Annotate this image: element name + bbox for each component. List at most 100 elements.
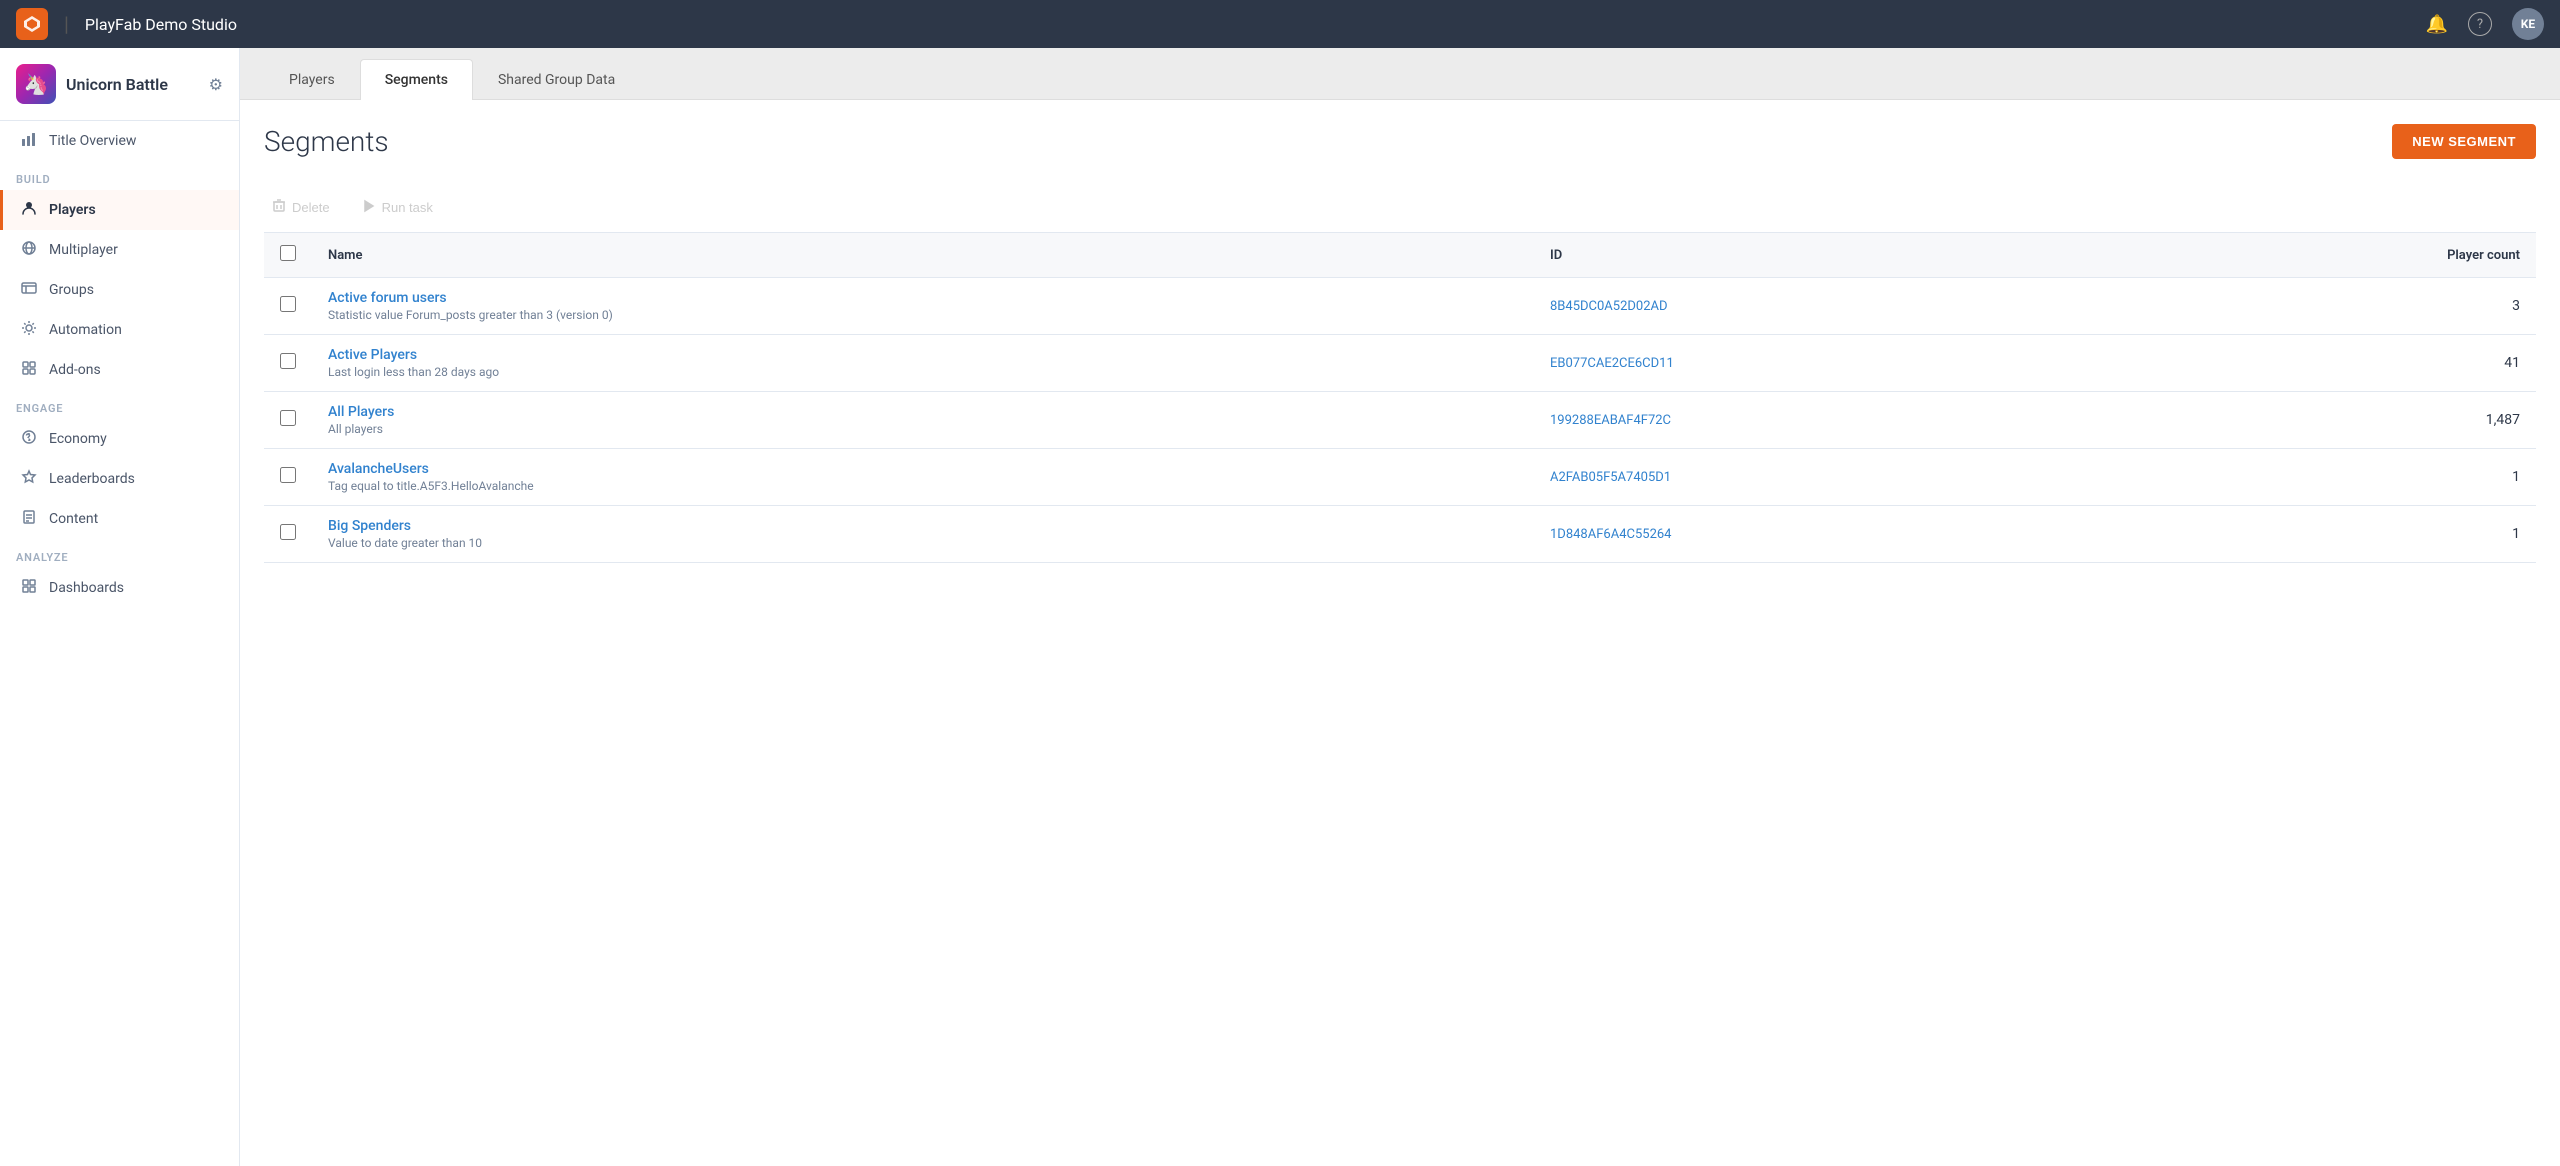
row-name-cell-0: Active forum users Statistic value Forum…	[312, 278, 1534, 335]
row-checkbox-4[interactable]	[280, 524, 296, 540]
sidebar-item-content[interactable]: Content	[0, 499, 239, 539]
row-name-cell-2: All Players All players	[312, 392, 1534, 449]
segments-table: Name ID Player count Active forum users …	[264, 233, 2536, 563]
row-name-cell-4: Big Spenders Value to date greater than …	[312, 506, 1534, 563]
row-id-cell-4: 1D848AF6A4C55264	[1534, 506, 2091, 563]
content-icon	[19, 509, 39, 529]
sidebar-label-leaderboards: Leaderboards	[49, 471, 135, 487]
select-all-checkbox[interactable]	[280, 245, 296, 261]
segment-description-2: All players	[328, 422, 1518, 436]
tab-segments[interactable]: Segments	[360, 59, 473, 100]
row-checkbox-0[interactable]	[280, 296, 296, 312]
row-checkbox-3[interactable]	[280, 467, 296, 483]
sidebar-label-automation: Automation	[49, 322, 122, 338]
sidebar-item-economy[interactable]: Economy	[0, 419, 239, 459]
row-checkbox-cell-3	[264, 449, 312, 506]
row-checkbox-1[interactable]	[280, 353, 296, 369]
sidebar-item-automation[interactable]: Automation	[0, 310, 239, 350]
table-row: Active forum users Statistic value Forum…	[264, 278, 2536, 335]
segment-name-link-2[interactable]: All Players	[328, 404, 394, 420]
header-checkbox-cell	[264, 233, 312, 278]
row-name-cell-3: AvalancheUsers Tag equal to title.A5F3.H…	[312, 449, 1534, 506]
sidebar-item-multiplayer[interactable]: Multiplayer	[0, 230, 239, 270]
new-segment-button[interactable]: NEW SEGMENT	[2392, 124, 2536, 159]
sidebar-item-title-overview[interactable]: Title Overview	[0, 121, 239, 161]
sidebar: 🦄 Unicorn Battle ⚙ Title Overview BUILD	[0, 48, 240, 1166]
sidebar-item-leaderboards[interactable]: Leaderboards	[0, 459, 239, 499]
sidebar-label-content: Content	[49, 511, 98, 527]
sidebar-label-economy: Economy	[49, 431, 107, 447]
tab-shared-group-data[interactable]: Shared Group Data	[473, 59, 640, 100]
top-navigation: | PlayFab Demo Studio 🔔 ? KE	[0, 0, 2560, 48]
add-ons-icon	[19, 360, 39, 380]
help-icon[interactable]: ?	[2468, 12, 2492, 36]
notification-icon[interactable]: 🔔	[2426, 14, 2448, 35]
header-name: Name	[312, 233, 1534, 278]
leaderboards-icon	[19, 469, 39, 489]
title-overview-icon	[19, 131, 39, 151]
segment-name-link-4[interactable]: Big Spenders	[328, 518, 411, 534]
run-task-button[interactable]: Run task	[354, 195, 441, 220]
sidebar-label-players: Players	[49, 202, 96, 218]
user-avatar[interactable]: KE	[2512, 8, 2544, 40]
sidebar-section-analyze: ANALYZE	[0, 539, 239, 568]
header-id: ID	[1534, 233, 2091, 278]
header-player-count: Player count	[2091, 233, 2536, 278]
segment-name-link-0[interactable]: Active forum users	[328, 290, 447, 306]
segment-description-4: Value to date greater than 10	[328, 536, 1518, 550]
row-count-cell-3: 1	[2091, 449, 2536, 506]
topnav-divider: |	[64, 12, 69, 36]
game-name: Unicorn Battle	[66, 75, 199, 94]
economy-icon	[19, 429, 39, 449]
row-checkbox-cell-1	[264, 335, 312, 392]
row-checkbox-cell-0	[264, 278, 312, 335]
page-header: Segments NEW SEGMENT	[264, 124, 2536, 159]
players-icon	[19, 200, 39, 220]
main-layout: 🦄 Unicorn Battle ⚙ Title Overview BUILD	[0, 48, 2560, 1166]
row-id-cell-3: A2FAB05F5A7405D1	[1534, 449, 2091, 506]
studio-name: PlayFab Demo Studio	[85, 15, 237, 34]
groups-icon	[19, 280, 39, 300]
segment-id-2: 199288EABAF4F72C	[1550, 413, 1671, 428]
table-row: AvalancheUsers Tag equal to title.A5F3.H…	[264, 449, 2536, 506]
content-area: Players Segments Shared Group Data Segme…	[240, 48, 2560, 1166]
settings-icon[interactable]: ⚙	[209, 75, 223, 94]
sidebar-section-build: BUILD	[0, 161, 239, 190]
table-row: Active Players Last login less than 28 d…	[264, 335, 2536, 392]
row-count-cell-1: 41	[2091, 335, 2536, 392]
segment-name-link-1[interactable]: Active Players	[328, 347, 417, 363]
sidebar-item-dashboards[interactable]: Dashboards	[0, 568, 239, 608]
sidebar-label-groups: Groups	[49, 282, 94, 298]
delete-icon	[272, 199, 286, 216]
segment-name-link-3[interactable]: AvalancheUsers	[328, 461, 429, 477]
segment-id-0: 8B45DC0A52D02AD	[1550, 299, 1668, 314]
page-content: Segments NEW SEGMENT Delete	[240, 100, 2560, 1166]
run-task-label: Run task	[382, 200, 433, 215]
row-count-cell-0: 3	[2091, 278, 2536, 335]
row-count-cell-2: 1,487	[2091, 392, 2536, 449]
run-task-icon	[362, 199, 376, 216]
table-row: All Players All players 199288EABAF4F72C…	[264, 392, 2536, 449]
sidebar-item-groups[interactable]: Groups	[0, 270, 239, 310]
row-count-cell-4: 1	[2091, 506, 2536, 563]
sidebar-label-dashboards: Dashboards	[49, 580, 124, 596]
tab-bar: Players Segments Shared Group Data	[240, 48, 2560, 100]
multiplayer-icon	[19, 240, 39, 260]
sidebar-label-title-overview: Title Overview	[49, 133, 136, 149]
delete-button[interactable]: Delete	[264, 195, 338, 220]
sidebar-game-header: 🦄 Unicorn Battle ⚙	[0, 48, 239, 121]
row-checkbox-cell-4	[264, 506, 312, 563]
segment-id-1: EB077CAE2CE6CD11	[1550, 356, 1674, 371]
segment-id-3: A2FAB05F5A7405D1	[1550, 470, 1671, 485]
sidebar-item-add-ons[interactable]: Add-ons	[0, 350, 239, 390]
row-checkbox-2[interactable]	[280, 410, 296, 426]
toolbar: Delete Run task	[264, 183, 2536, 233]
sidebar-item-players[interactable]: Players	[0, 190, 239, 230]
row-id-cell-1: EB077CAE2CE6CD11	[1534, 335, 2091, 392]
topnav-left: | PlayFab Demo Studio	[16, 8, 237, 40]
tab-players[interactable]: Players	[264, 59, 360, 100]
playfab-logo[interactable]	[16, 8, 48, 40]
segment-description-3: Tag equal to title.A5F3.HelloAvalanche	[328, 479, 1518, 493]
automation-icon	[19, 320, 39, 340]
dashboards-icon	[19, 578, 39, 598]
